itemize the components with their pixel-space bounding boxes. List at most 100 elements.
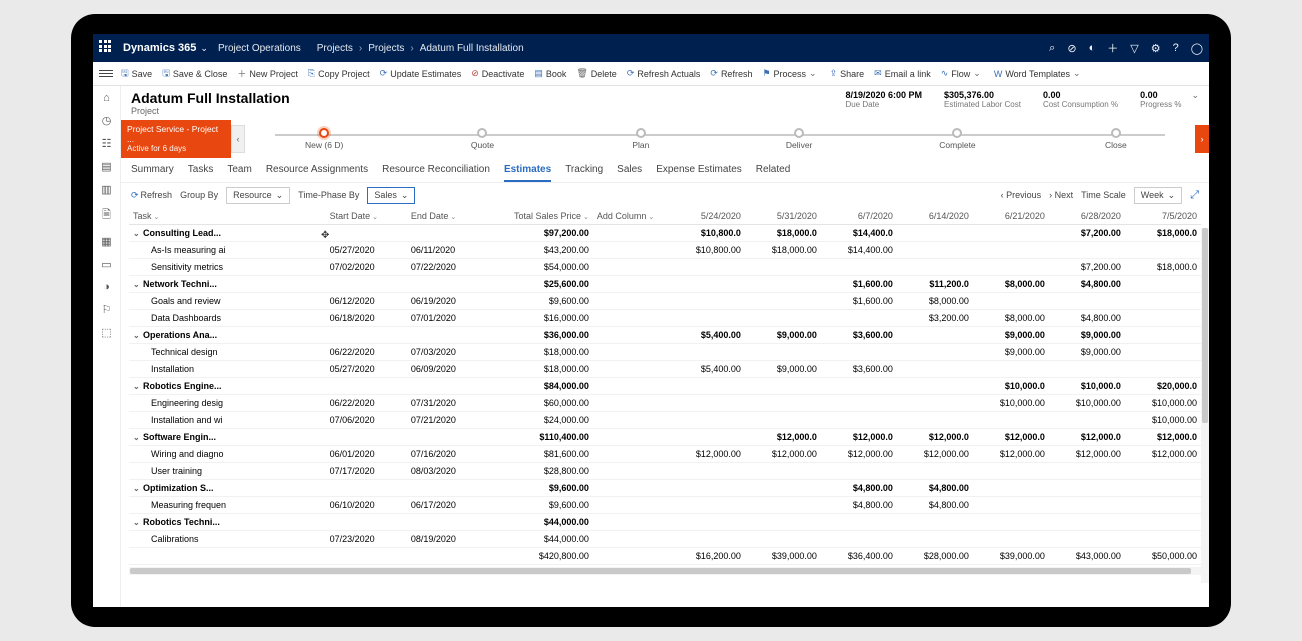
breadcrumb-2[interactable]: Projects: [368, 43, 404, 54]
col-task[interactable]: Task⌄: [129, 208, 326, 225]
save-button[interactable]: 🖫Save: [121, 66, 152, 82]
delete-button[interactable]: 🗑Delete: [576, 68, 616, 79]
stage-deliver[interactable]: Deliver: [720, 128, 878, 150]
table-row[interactable]: Calibrations07/23/202008/19/2020$44,000.…: [129, 530, 1201, 547]
expand-grid-icon[interactable]: ⤢: [1190, 189, 1199, 202]
add-icon[interactable]: ＋: [1107, 40, 1118, 56]
group-row[interactable]: ⌄Operations Ana...$36,000.00$5,400.00$9,…: [129, 326, 1201, 343]
tab-team[interactable]: Team: [227, 164, 251, 182]
calendar-icon[interactable]: ▭: [101, 258, 111, 271]
process-banner[interactable]: Project Service - Project ... Active for…: [121, 120, 231, 158]
time-scale-select[interactable]: Week⌄: [1134, 187, 1182, 204]
email-link-button[interactable]: ✉Email a link: [874, 68, 931, 79]
chat-icon[interactable]: ◑: [103, 281, 110, 293]
settings-icon[interactable]: ⚙: [1151, 42, 1161, 55]
col-add[interactable]: Add Column⌄: [593, 208, 669, 225]
app-launcher-icon[interactable]: [99, 40, 115, 56]
collapse-icon[interactable]: ⌄: [133, 229, 143, 238]
pinned-icon[interactable]: ☷: [102, 137, 112, 150]
collapse-icon[interactable]: ⌄: [133, 484, 143, 493]
next-button[interactable]: › Next: [1049, 190, 1073, 200]
table-row[interactable]: User training07/17/202008/03/2020$28,800…: [129, 462, 1201, 479]
table-row[interactable]: Installation and wi07/06/202007/21/2020$…: [129, 411, 1201, 428]
grid-icon[interactable]: ▦: [101, 235, 111, 248]
collapse-icon[interactable]: ⌄: [133, 280, 143, 289]
col-date[interactable]: 7/5/2020: [1125, 208, 1201, 225]
save-close-button[interactable]: 🖫Save & Close: [162, 66, 227, 82]
site-map-toggle[interactable]: [99, 70, 113, 77]
table-row[interactable]: Measuring frequen06/10/202006/17/2020$9,…: [129, 496, 1201, 513]
entity-icon[interactable]: ▤: [101, 160, 111, 173]
previous-button[interactable]: ‹ Previous: [1001, 190, 1042, 200]
doc-icon[interactable]: 🗎: [102, 206, 111, 225]
table-row[interactable]: Data Dashboards06/18/202007/01/2020$16,0…: [129, 309, 1201, 326]
table-row[interactable]: Goals and review06/12/202006/19/2020$9,6…: [129, 292, 1201, 309]
stage-new-d-[interactable]: New (6 D): [245, 128, 403, 150]
new-project-button[interactable]: ＋New Project: [237, 67, 298, 80]
expand-header-icon[interactable]: ⌄: [1191, 90, 1199, 101]
col-start[interactable]: Start Date⌄: [326, 208, 407, 225]
col-date[interactable]: 6/14/2020: [897, 208, 973, 225]
col-total[interactable]: Total Sales Price⌄: [488, 208, 593, 225]
group-row[interactable]: ⌄Consulting Lead...$97,200.00$10,800.0$1…: [129, 224, 1201, 241]
flow-button[interactable]: ∿Flow⌄: [941, 68, 984, 79]
table-row[interactable]: Wiring and diagno06/01/202007/16/2020$81…: [129, 445, 1201, 462]
app-name[interactable]: Project Operations: [218, 43, 301, 54]
home-icon[interactable]: ⌂: [103, 92, 110, 104]
copy-project-button[interactable]: ⎘Copy Project: [308, 68, 370, 79]
stage-plan[interactable]: Plan: [562, 128, 720, 150]
vertical-scrollbar[interactable]: [1201, 228, 1209, 583]
book-button[interactable]: ▤Book: [534, 68, 566, 79]
col-date[interactable]: 6/28/2020: [1049, 208, 1125, 225]
help-icon[interactable]: ?: [1173, 42, 1179, 54]
grid-refresh-button[interactable]: ⟳Refresh: [131, 190, 172, 201]
tab-summary[interactable]: Summary: [131, 164, 174, 182]
collapse-icon[interactable]: ⌄: [133, 382, 143, 391]
collapse-icon[interactable]: ⌄: [133, 433, 143, 442]
table-row[interactable]: As-Is measuring ai05/27/202006/11/2020$4…: [129, 241, 1201, 258]
breadcrumb-3[interactable]: Adatum Full Installation: [420, 43, 524, 54]
stage-close[interactable]: Close: [1037, 128, 1195, 150]
tab-tracking[interactable]: Tracking: [565, 164, 603, 182]
chevron-down-icon[interactable]: ⌄: [200, 43, 208, 54]
user-avatar-icon[interactable]: ◯: [1191, 42, 1203, 55]
word-templates-button[interactable]: WWord Templates⌄: [994, 68, 1084, 79]
col-date[interactable]: 6/7/2020: [821, 208, 897, 225]
stage-next-button[interactable]: ›: [1195, 125, 1209, 153]
lightbulb-icon[interactable]: ◐: [1089, 42, 1096, 54]
chart-icon[interactable]: ⬚: [101, 326, 111, 339]
tab-related[interactable]: Related: [756, 164, 790, 182]
list-icon[interactable]: ▥: [101, 183, 111, 196]
collapse-icon[interactable]: ⌄: [133, 518, 143, 527]
table-row[interactable]: Engineering desig06/22/202007/31/2020$60…: [129, 394, 1201, 411]
col-date[interactable]: 5/31/2020: [745, 208, 821, 225]
col-end[interactable]: End Date⌄: [407, 208, 488, 225]
refresh-actuals-button[interactable]: ⟳Refresh Actuals: [627, 68, 701, 79]
tab-tasks[interactable]: Tasks: [188, 164, 214, 182]
share-button[interactable]: ⇪Share: [830, 68, 865, 79]
group-row[interactable]: ⌄Software Engin...$110,400.00$12,000.0$1…: [129, 428, 1201, 445]
group-row[interactable]: ⌄Network Techni...$25,600.00$1,600.00$11…: [129, 275, 1201, 292]
recent-icon[interactable]: ◷: [102, 114, 112, 127]
group-by-select[interactable]: Resource⌄: [226, 187, 290, 204]
stage-quote[interactable]: Quote: [403, 128, 561, 150]
filter-icon[interactable]: ▽: [1130, 42, 1138, 55]
tab-estimates[interactable]: Estimates: [504, 164, 551, 182]
tab-resource-assignments[interactable]: Resource Assignments: [266, 164, 368, 182]
tab-sales[interactable]: Sales: [617, 164, 642, 182]
group-row[interactable]: ⌄Optimization S...$9,600.00$4,800.00$4,8…: [129, 479, 1201, 496]
horizontal-scrollbar[interactable]: [129, 567, 1201, 575]
stage-complete[interactable]: Complete: [878, 128, 1036, 150]
task-icon[interactable]: ⊘: [1067, 42, 1076, 55]
update-estimates-button[interactable]: ⟳Update Estimates: [380, 68, 462, 79]
process-button[interactable]: ⚑Process⌄: [762, 68, 819, 79]
time-phase-select[interactable]: Sales⌄: [367, 187, 415, 204]
table-row[interactable]: Sensitivity metrics07/02/202007/22/2020$…: [129, 258, 1201, 275]
collapse-icon[interactable]: ⌄: [133, 331, 143, 340]
search-icon[interactable]: ⌕: [1049, 42, 1055, 55]
deactivate-button[interactable]: ⊘Deactivate: [471, 68, 524, 79]
refresh-button[interactable]: ⟳Refresh: [710, 68, 752, 79]
report-icon[interactable]: ⚐: [102, 303, 112, 316]
brand-name[interactable]: Dynamics 365: [123, 42, 196, 54]
group-row[interactable]: ⌄Robotics Techni...$44,000.00: [129, 513, 1201, 530]
